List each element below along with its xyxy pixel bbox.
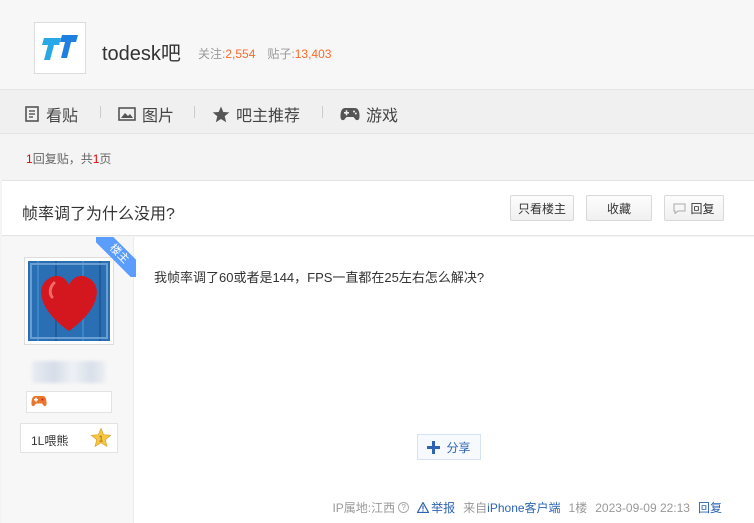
comment-icon (673, 203, 686, 214)
report-link[interactable]: 举报 (431, 499, 455, 516)
nav-divider (194, 106, 195, 118)
forum-name[interactable]: todesk吧 (102, 37, 181, 66)
tab-label: 图片 (142, 108, 175, 125)
gamepad-icon (340, 107, 360, 120)
document-icon (25, 106, 39, 122)
help-icon[interactable]: ? (398, 502, 410, 513)
post-reply-link[interactable]: 回复 (698, 499, 722, 516)
post-tail: IP属地:江西 ? 举报 来自 iPhone客户端 1楼 2023-09-09 … (332, 499, 722, 516)
post-content: 我帧率调了60或者是144，FPS一直都在25左右怎么解决? (154, 270, 485, 285)
badge-row (26, 391, 112, 413)
forum-header: todesk吧 关注:2,554 贴子:13,403 (0, 0, 754, 90)
op-ribbon: 楼主 (96, 237, 136, 277)
client-link[interactable]: iPhone客户端 (487, 499, 560, 516)
tab-images[interactable]: 图片 (118, 102, 174, 126)
tab-label: 看贴 (46, 108, 79, 125)
image-icon (118, 107, 136, 121)
reply-count: 1 (26, 152, 33, 166)
todesk-logo-icon (42, 35, 78, 60)
forum-nav: 看贴 图片 吧主推荐 游戏 (0, 90, 754, 134)
favorite-label: 收藏 (606, 201, 631, 216)
reply-button[interactable]: 回复 (664, 195, 724, 221)
author-sidebar: 1L喂熊 1 (2, 237, 134, 523)
page-text: 页 (99, 152, 112, 166)
posts-label: 贴子: (267, 47, 295, 61)
tab-label: 游戏 (366, 108, 399, 125)
game-badge-icon[interactable] (31, 395, 47, 409)
reply-text: 回复贴，共 (32, 152, 93, 166)
tab-moderator-picks[interactable]: 吧主推荐 (212, 102, 300, 126)
favorite-button[interactable]: 收藏 (586, 195, 652, 221)
warning-icon (417, 502, 430, 513)
only-op-label: 只看楼主 (517, 201, 566, 216)
tab-label: 吧主推荐 (236, 108, 301, 125)
tab-view-posts[interactable]: 看贴 (24, 102, 78, 126)
from-prefix: 来自 (463, 501, 488, 515)
op-ribbon-label: 楼主 (96, 237, 136, 277)
only-op-button[interactable]: 只看楼主 (510, 195, 574, 221)
posts-count: 13,403 (294, 47, 332, 61)
user-level[interactable]: 1L喂熊 1 (20, 423, 118, 453)
floor-number: 1楼 (568, 501, 588, 515)
level-text: 1L喂熊 (31, 434, 69, 448)
plus-icon (427, 440, 441, 454)
share-button[interactable]: 分享 (417, 434, 481, 460)
follow-count: 2,554 (225, 47, 256, 61)
share-label: 分享 (446, 440, 471, 455)
thread-title: 帧率调了为什么没用? (22, 206, 175, 223)
post-first-floor: 1L喂熊 1 楼主 我帧率调了60或者是144，FPS一直都在25左右怎么解决?… (2, 237, 754, 523)
follow-label: 关注: (198, 47, 226, 61)
nav-divider (100, 106, 101, 118)
thread-header: 帧率调了为什么没用? 只看楼主 收藏 回复 (2, 180, 754, 236)
username-redacted[interactable] (32, 361, 106, 383)
post-datetime: 2023-09-09 22:13 (595, 500, 690, 515)
reply-count-info: 1回复贴，共1页 (26, 150, 111, 167)
forum-logo[interactable] (34, 22, 86, 74)
reply-label: 回复 (690, 201, 715, 216)
level-star-icon: 1 (91, 428, 111, 448)
star-icon (212, 106, 230, 122)
nav-divider (322, 106, 323, 118)
tab-games[interactable]: 游戏 (340, 102, 398, 126)
forum-stats: 关注:2,554 贴子:13,403 (198, 45, 331, 62)
level-number: 1 (99, 435, 104, 444)
ip-location: IP属地:江西 (332, 501, 396, 515)
